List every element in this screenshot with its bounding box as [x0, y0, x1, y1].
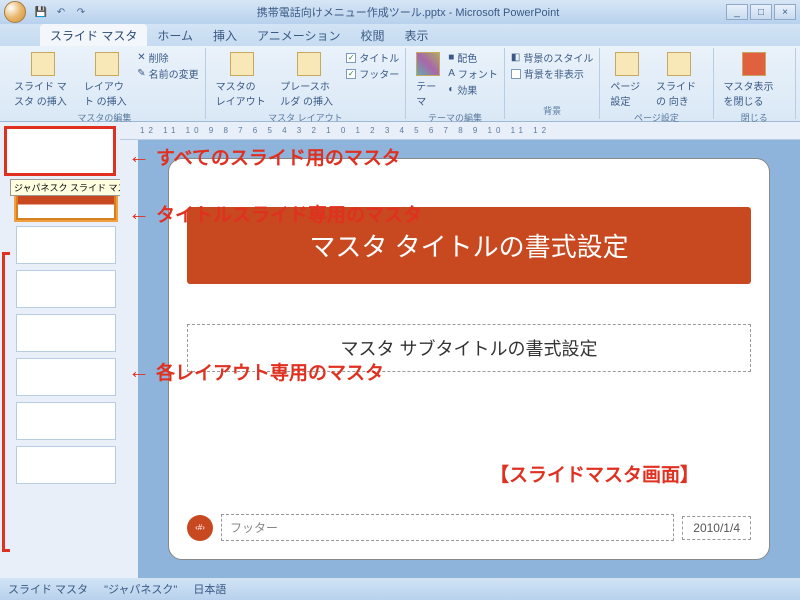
insert-placeholder-button[interactable]: プレースホルダ の挿入 — [276, 50, 342, 110]
group-label: 背景 — [511, 103, 593, 117]
delete-button[interactable]: ✕削除 — [137, 50, 198, 65]
layout-thumbnail[interactable] — [16, 402, 116, 440]
redo-icon[interactable]: ↷ — [72, 3, 90, 21]
orientation-icon — [667, 52, 691, 76]
close-button[interactable]: × — [774, 4, 796, 20]
maximize-button[interactable]: □ — [750, 4, 772, 20]
status-bar: スライド マスタ "ジャパネスク" 日本語 — [0, 578, 800, 600]
themes-button[interactable]: テーマ — [412, 50, 444, 110]
master-layout-button[interactable]: マスタの レイアウト — [212, 50, 273, 110]
group-master-layout: マスタの レイアウト プレースホルダ の挿入 ✓タイトル ✓フッター マスタ レ… — [206, 48, 407, 119]
tab-animation[interactable]: アニメーション — [247, 24, 351, 46]
theme-icon — [416, 52, 440, 76]
group-background: ◧背景のスタイル 背景を非表示 背景 — [505, 48, 600, 119]
minimize-button[interactable]: _ — [726, 4, 748, 20]
work-area: ジャパネスク スライド マスタ: スライド 1-9 で使用される 12 11 1… — [0, 122, 800, 578]
slide: マスタ タイトルの書式設定 マスタ サブタイトルの書式設定 ‹#› フッター 2… — [168, 158, 770, 560]
insert-slide-master-button[interactable]: スライド マスタ の挿入 — [10, 50, 76, 110]
date-placeholder[interactable]: 2010/1/4 — [682, 516, 751, 540]
thumbnail-pane[interactable]: ジャパネスク スライド マスタ: スライド 1-9 で使用される — [0, 122, 120, 578]
placeholder-icon — [297, 52, 321, 76]
layout-thumbnail[interactable] — [16, 314, 116, 352]
rename-button[interactable]: ✎名前の変更 — [137, 66, 198, 81]
colors-button[interactable]: ■配色 — [448, 50, 498, 65]
fonts-button[interactable]: Aフォント — [448, 66, 498, 81]
window-title: 携帯電話向けメニュー作成ツール.pptx - Microsoft PowerPo… — [90, 4, 726, 20]
slide-number-placeholder[interactable]: ‹#› — [187, 515, 213, 541]
canvas-area: 12 11 10 9 8 7 6 5 4 3 2 1 0 1 2 3 4 5 6… — [120, 122, 800, 578]
tab-review[interactable]: 校閲 — [351, 24, 395, 46]
footer-placeholder[interactable]: フッター — [221, 514, 674, 541]
title-placeholder[interactable]: マスタ タイトルの書式設定 — [187, 207, 751, 284]
undo-icon[interactable]: ↶ — [52, 3, 70, 21]
slide-orientation-button[interactable]: スライドの 向き — [652, 50, 707, 110]
horizontal-ruler: 12 11 10 9 8 7 6 5 4 3 2 1 0 1 2 3 4 5 6… — [120, 122, 800, 140]
page-setup-button[interactable]: ページ 設定 — [606, 50, 648, 110]
status-theme: "ジャパネスク" — [104, 581, 177, 597]
group-close: マスタ表示 を閉じる 閉じる — [714, 48, 796, 119]
layout-thumbnail[interactable] — [16, 446, 116, 484]
effects-button[interactable]: ◐効果 — [448, 82, 498, 97]
layout-icon — [95, 52, 119, 76]
tab-home[interactable]: ホーム — [147, 24, 203, 46]
master-layout-icon — [230, 52, 254, 76]
tab-view[interactable]: 表示 — [395, 24, 439, 46]
title-checkbox[interactable]: ✓タイトル — [346, 50, 399, 65]
slide-canvas[interactable]: マスタ タイトルの書式設定 マスタ サブタイトルの書式設定 ‹#› フッター 2… — [138, 140, 800, 578]
group-master-edit: スライド マスタ の挿入 レイアウト の挿入 ✕削除 ✎名前の変更 マスタの編集 — [4, 48, 206, 119]
tab-insert[interactable]: 挿入 — [203, 24, 247, 46]
master-thumbnail[interactable] — [4, 126, 116, 176]
group-page-setup: ページ 設定 スライドの 向き ページ設定 — [600, 48, 713, 119]
close-master-view-button[interactable]: マスタ表示 を閉じる — [720, 50, 789, 110]
save-icon[interactable]: 💾 — [32, 3, 50, 21]
ribbon-tabs: スライド マスタ ホーム 挿入 アニメーション 校閲 表示 — [0, 24, 800, 46]
layout-thumbnail[interactable] — [16, 226, 116, 264]
insert-layout-button[interactable]: レイアウト の挿入 — [80, 50, 133, 110]
window-controls: _ □ × — [726, 4, 796, 20]
group-theme-edit: テーマ ■配色 Aフォント ◐効果 テーマの編集 — [406, 48, 505, 119]
close-master-icon — [742, 52, 766, 76]
background-styles-button[interactable]: ◧背景のスタイル — [511, 50, 593, 65]
thumbnail-tooltip: ジャパネスク スライド マスタ: スライド 1-9 で使用される — [10, 179, 120, 196]
layout-thumbnail[interactable] — [16, 358, 116, 396]
layout-thumbnail[interactable] — [16, 270, 116, 308]
vertical-ruler — [120, 140, 138, 578]
page-setup-icon — [615, 52, 639, 76]
layout-bracket-annotation — [2, 252, 10, 552]
tab-slide-master[interactable]: スライド マスタ — [40, 24, 147, 46]
quick-access-toolbar: 💾 ↶ ↷ — [32, 3, 90, 21]
status-view: スライド マスタ — [8, 581, 88, 597]
subtitle-placeholder[interactable]: マスタ サブタイトルの書式設定 — [187, 324, 751, 372]
office-button[interactable] — [4, 1, 26, 23]
hide-background-checkbox[interactable]: 背景を非表示 — [511, 66, 593, 81]
slide-master-icon — [31, 52, 55, 76]
status-language: 日本語 — [193, 581, 226, 597]
footer-checkbox[interactable]: ✓フッター — [346, 66, 399, 81]
title-bar: 💾 ↶ ↷ 携帯電話向けメニュー作成ツール.pptx - Microsoft P… — [0, 0, 800, 24]
ribbon: スライド マスタ の挿入 レイアウト の挿入 ✕削除 ✎名前の変更 マスタの編集… — [0, 46, 800, 122]
